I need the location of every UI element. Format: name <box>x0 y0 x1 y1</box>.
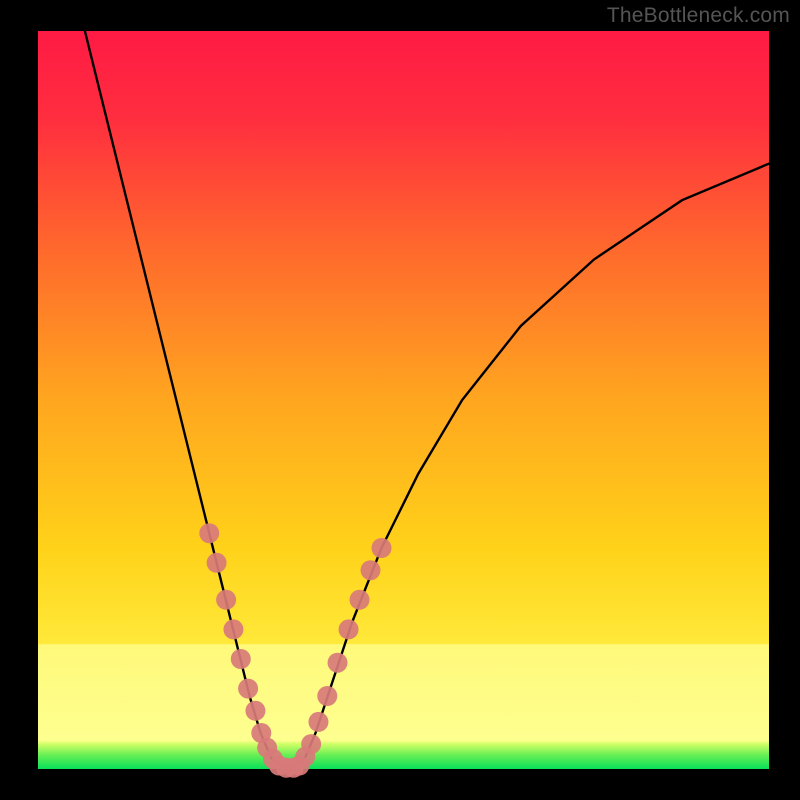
sample-marker <box>339 619 359 639</box>
sample-marker <box>245 701 265 721</box>
bottleneck-chart <box>0 0 800 800</box>
chart-frame: TheBottleneck.com <box>0 0 800 800</box>
sample-marker <box>231 649 251 669</box>
plot-background <box>37 30 770 770</box>
sample-marker <box>199 523 219 543</box>
sample-marker <box>216 590 236 610</box>
sample-marker <box>361 560 381 580</box>
watermark-text: TheBottleneck.com <box>607 4 790 28</box>
sample-marker <box>317 686 337 706</box>
sample-marker <box>372 538 392 558</box>
sample-marker <box>223 619 243 639</box>
sample-marker <box>350 590 370 610</box>
sample-marker <box>301 734 321 754</box>
sample-marker <box>238 679 258 699</box>
sample-marker <box>328 653 348 673</box>
sample-marker <box>308 712 328 732</box>
sample-marker <box>207 553 227 573</box>
